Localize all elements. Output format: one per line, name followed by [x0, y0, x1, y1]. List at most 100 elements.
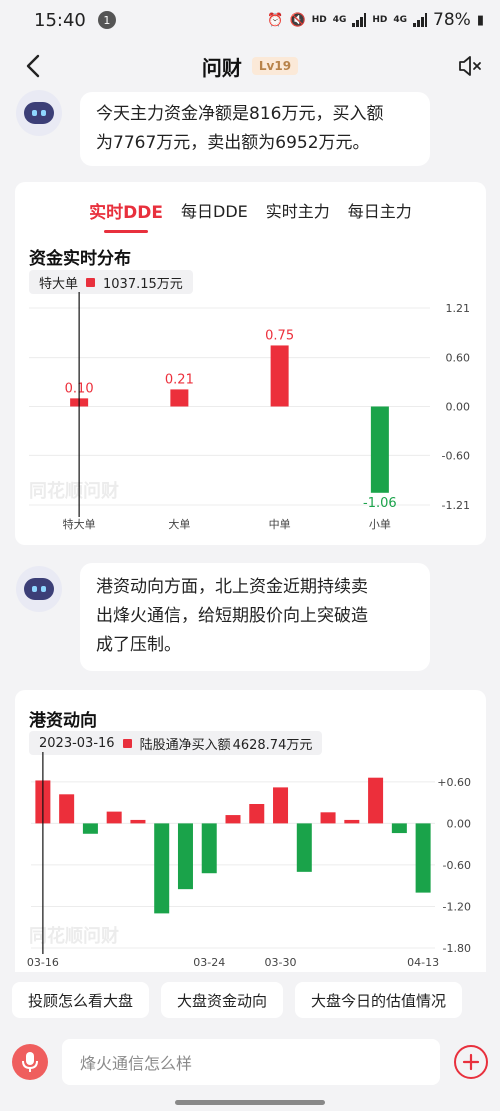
tab-daily-main[interactable]: 每日主力 [348, 198, 412, 233]
y-tick-label: -1.20 [443, 900, 471, 913]
tooltip-value: 1037.15万元 [103, 276, 183, 292]
bar [177, 823, 193, 890]
y-tick-label: 0.00 [446, 401, 471, 414]
bar [368, 777, 384, 824]
plus-icon [462, 1053, 480, 1071]
x-tick-label: 中单 [269, 518, 291, 531]
tab-daily-dde[interactable]: 每日DDE [181, 198, 248, 233]
dde-card: 实时DDE 每日DDE 实时主力 每日主力 资金实时分布 特大单 1037.15… [15, 182, 486, 545]
input-bar: 烽火通信怎么样 [0, 1030, 500, 1096]
vibrate-mute-icon: 🔇 [289, 12, 306, 28]
bar [344, 819, 360, 824]
home-indicator [175, 1100, 325, 1105]
page-title: 问财 [201, 55, 242, 80]
tooltip-value: 4628.74万元 [232, 737, 313, 753]
watermark: 同花顺问财 [29, 480, 119, 502]
quick-question-button[interactable]: 大盘今日的估值情况 [295, 982, 463, 1018]
battery-icon: ▮ [476, 12, 484, 28]
hk-card: 港资动向 2023-03-16 陆股通净买入额 4628.74万元 +0.60 0.… [15, 690, 486, 972]
y-tick-label: 0.00 [447, 817, 472, 830]
chart-title: 资金实时分布 [29, 249, 131, 269]
quick-question-button[interactable]: 大盘资金动向 [161, 982, 284, 1018]
bar [130, 819, 146, 824]
tab-realtime-dde[interactable]: 实时DDE [89, 198, 163, 233]
bot-avatar-2 [16, 566, 62, 612]
hd-label-2: HD [372, 15, 388, 25]
status-time: 15:40 [34, 9, 86, 31]
plus-button[interactable] [454, 1045, 488, 1079]
signal-icon-2 [413, 13, 428, 27]
robot-icon [24, 102, 54, 124]
alarm-icon: ⏰ [267, 12, 284, 28]
message-line: 出烽火通信，给短期股价向上突破造 [96, 606, 368, 626]
bot-message-bubble: 今天主力资金净额是816万元，买入额 为7767万元，卖出额为6952万元。 [80, 92, 430, 166]
speaker-mute-icon[interactable] [456, 53, 482, 79]
bar [370, 406, 389, 493]
bar [170, 389, 189, 407]
y-tick-label: 0.60 [446, 352, 471, 365]
bar [391, 823, 407, 834]
quick-question-button[interactable]: 投顾怎么看大盘 [12, 982, 150, 1018]
status-icons: ⏰ 🔇 HD 4G HD 4G 78% ▮ [267, 10, 484, 30]
x-tick-label: 特大单 [63, 517, 96, 531]
hd-label: HD [311, 15, 327, 25]
y-tick-label: -1.80 [443, 942, 471, 955]
back-arrow-icon[interactable] [20, 52, 48, 80]
network-type-label-2: 4G [393, 15, 408, 25]
network-type-label: 4G [332, 15, 347, 25]
tooltip-label: 特大单 [39, 276, 79, 292]
y-tick-label: 1.21 [446, 302, 471, 315]
notification-badge: 1 [97, 11, 116, 29]
legend-swatch [86, 277, 96, 287]
x-tick-label: 小单 [369, 518, 391, 531]
dde-chart: 1.210.600.00-0.60-1.21同花顺问财0.10特大单0.21大单… [29, 292, 471, 531]
bar [59, 794, 75, 824]
bar [249, 804, 265, 824]
x-tick-label: 03-16 [27, 956, 59, 969]
message-line: 成了压制。 [96, 635, 181, 655]
x-tick-label: 大单 [168, 517, 190, 531]
battery-percent: 78% [433, 10, 471, 30]
chart-title-2: 港资动向 [29, 711, 97, 731]
microphone-button[interactable] [12, 1044, 48, 1080]
chart-tooltip: 特大单 1037.15万元 [29, 270, 193, 294]
message-line: 港资动向方面，北上资金近期持续卖 [96, 577, 368, 597]
bar [270, 345, 289, 407]
question-input[interactable]: 烽火通信怎么样 [62, 1039, 440, 1085]
bar [320, 812, 336, 824]
signal-icon [352, 13, 367, 27]
message-line: 为7767万元，卖出额为6952万元。 [96, 133, 370, 153]
bar [415, 823, 431, 893]
bot-avatar [16, 90, 62, 136]
x-tick-label: 04-13 [407, 956, 439, 969]
microphone-icon [22, 1052, 38, 1072]
status-bar: 15:40 1 ⏰ 🔇 HD 4G HD 4G 78% ▮ [0, 0, 500, 40]
y-tick-label: +0.60 [437, 776, 471, 789]
x-tick-label: 03-24 [193, 956, 225, 969]
y-tick-label: -0.60 [443, 859, 471, 872]
bar [82, 823, 98, 834]
bar [154, 823, 170, 914]
y-tick-label: -0.60 [442, 449, 470, 462]
bar [201, 823, 217, 874]
data-label: -1.06 [363, 496, 397, 511]
bar [106, 811, 122, 824]
message-line: 今天主力资金净额是816万元，买入额 [96, 104, 384, 124]
x-tick-label: 03-30 [265, 956, 297, 969]
level-badge: Lv19 [251, 57, 299, 75]
bar [225, 815, 241, 824]
tooltip-date: 2023-03-16 [39, 735, 115, 751]
legend-swatch [122, 738, 132, 748]
data-label: 0.75 [265, 328, 294, 343]
bot-message-bubble-2: 港资动向方面，北上资金近期持续卖 出烽火通信，给短期股价向上突破造 成了压制。 [80, 563, 430, 671]
tooltip-label: 陆股通净买入额 [139, 737, 231, 753]
hk-chart: +0.600.00-0.60-1.20-1.80同花顺问财03-16 03-24 0… [27, 752, 472, 969]
dde-tabs: 实时DDE 每日DDE 实时主力 每日主力 [15, 198, 486, 233]
bar [273, 787, 289, 824]
tab-realtime-main[interactable]: 实时主力 [266, 198, 330, 233]
data-label: 0.21 [165, 372, 194, 387]
bar [296, 823, 312, 872]
app-header: 问财 Lv19 [0, 40, 500, 92]
quick-questions: 投顾怎么看大盘 大盘资金动向 大盘今日的估值情况 [0, 982, 500, 1020]
y-tick-label: -1.21 [442, 499, 470, 512]
